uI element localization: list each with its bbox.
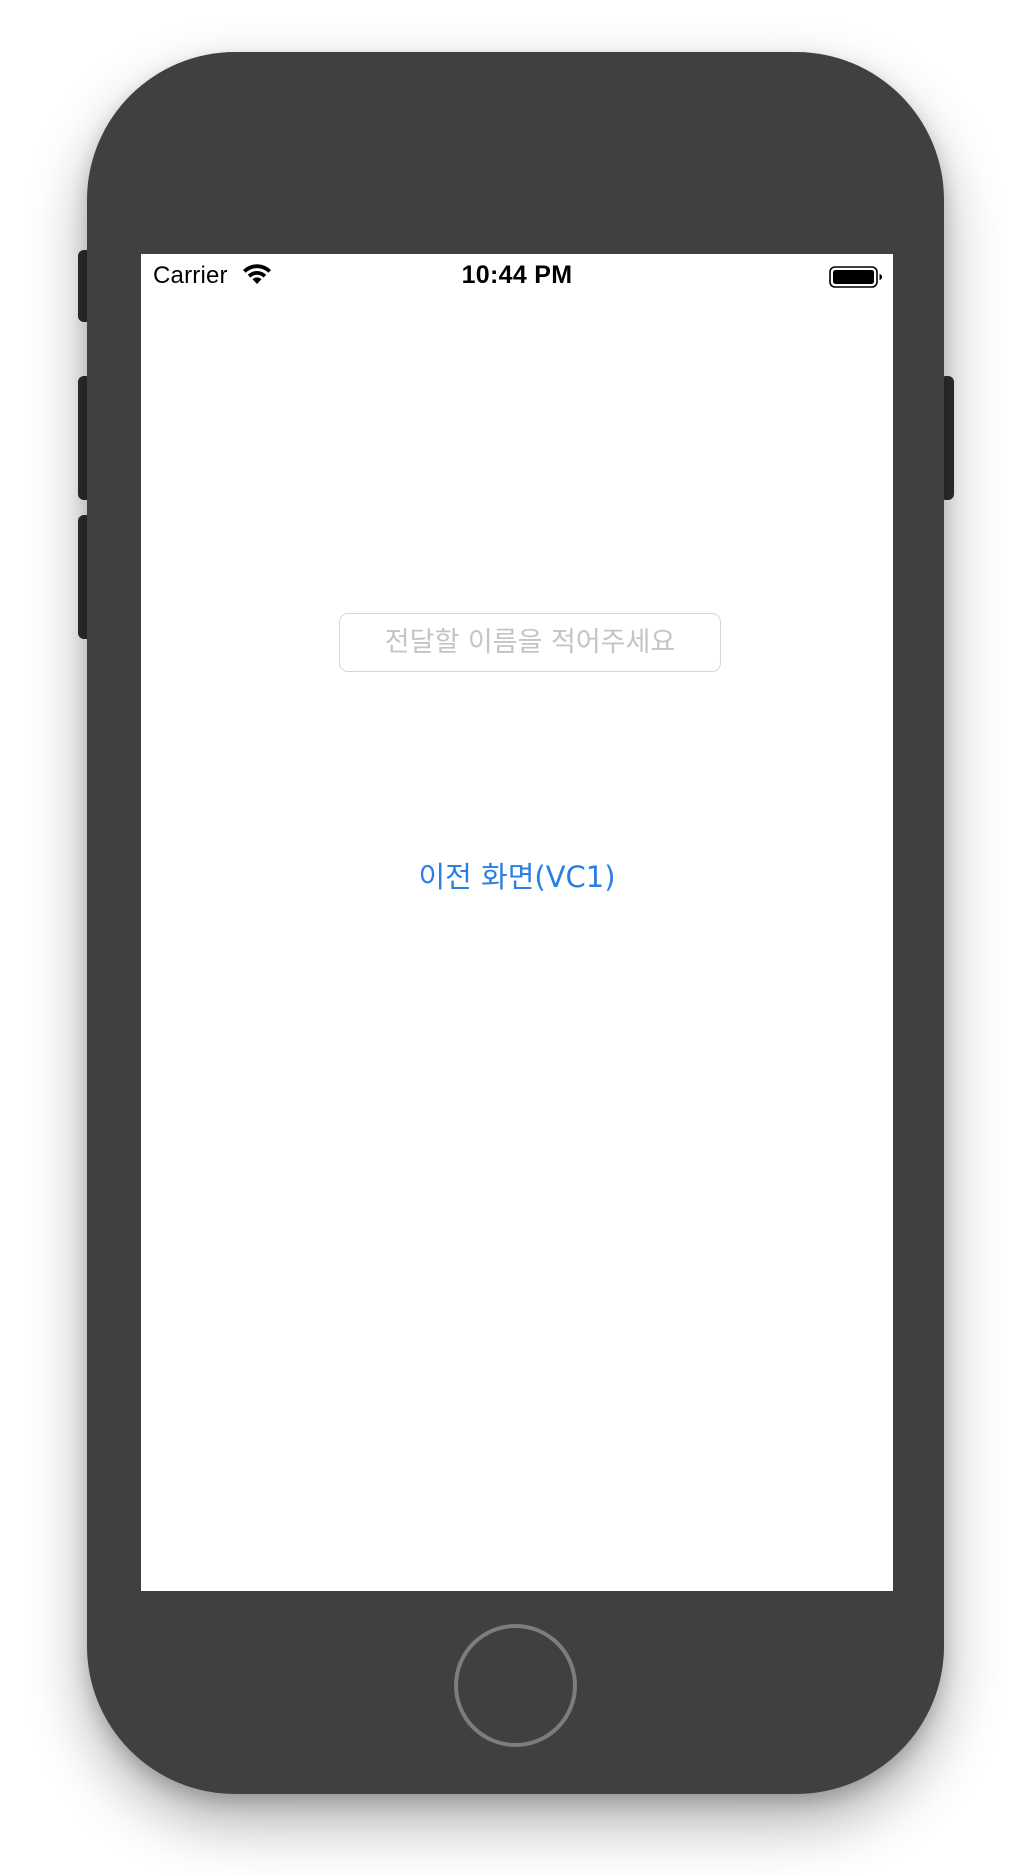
name-input-field[interactable] [339,613,721,672]
home-button-ring-icon[interactable] [454,1624,577,1747]
back-to-previous-screen-button[interactable]: 이전 화면(VC1) [141,854,893,898]
app-screen: Carrier 10:44 PM 이전 화면(VC1) [141,254,893,1591]
status-bar: Carrier 10:44 PM [141,254,893,294]
simulator-stage: Carrier 10:44 PM 이전 화면(VC1) [0,0,1030,1874]
status-time: 10:44 PM [461,261,573,289]
battery-full-icon [829,266,882,288]
